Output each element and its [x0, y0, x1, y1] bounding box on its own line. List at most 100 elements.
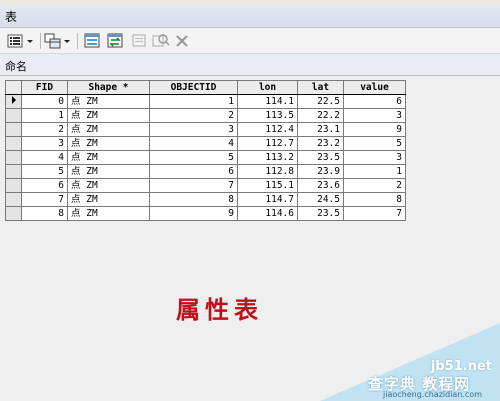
cell-shape[interactable]: 点 ZM [67, 192, 150, 207]
cell-fid[interactable]: 4 [21, 150, 68, 165]
cell-shape[interactable]: 点 ZM [67, 164, 150, 179]
cell-value[interactable]: 7 [343, 206, 406, 221]
current-row-indicator[interactable] [5, 94, 22, 109]
cell-lat[interactable]: 23.6 [297, 178, 344, 193]
table-row[interactable]: 5 点 ZM 6 112.8 23.9 1 [5, 164, 406, 179]
cell-lat[interactable]: 24.5 [297, 192, 344, 207]
cell-lat[interactable]: 22.5 [297, 94, 344, 109]
zoom-selected-icon [152, 34, 170, 47]
cell-lat[interactable]: 23.1 [297, 122, 344, 137]
row-selector[interactable] [5, 192, 22, 207]
switch-selection-button[interactable] [107, 32, 125, 50]
table-row[interactable]: 4 点 ZM 5 113.2 23.5 3 [5, 150, 406, 165]
cell-lat[interactable]: 23.5 [297, 206, 344, 221]
column-header-lon[interactable]: lon [237, 80, 298, 95]
watermark-site: jb51.net [430, 359, 492, 374]
row-selector[interactable] [5, 164, 22, 179]
table-header-row: FID Shape * OBJECTID lon lat value [5, 80, 406, 95]
cell-value[interactable]: 2 [343, 178, 406, 193]
cell-lon[interactable]: 112.4 [237, 122, 298, 137]
cell-value[interactable]: 9 [343, 122, 406, 137]
row-selector[interactable] [5, 108, 22, 123]
table-row[interactable]: 8 点 ZM 9 114.6 23.5 7 [5, 206, 406, 221]
column-header-objectid[interactable]: OBJECTID [149, 80, 238, 95]
cell-objectid[interactable]: 4 [149, 136, 238, 151]
cell-objectid[interactable]: 6 [149, 164, 238, 179]
table-name-strip: 命名 [0, 54, 500, 76]
select-by-attributes-button[interactable] [84, 32, 102, 50]
cell-lat[interactable]: 22.2 [297, 108, 344, 123]
cell-lat[interactable]: 23.5 [297, 150, 344, 165]
cell-lon[interactable]: 114.6 [237, 206, 298, 221]
table-options-icon [7, 34, 33, 48]
row-selector-header[interactable] [5, 80, 22, 95]
cell-objectid[interactable]: 5 [149, 150, 238, 165]
cell-lon[interactable]: 113.2 [237, 150, 298, 165]
cell-lat[interactable]: 23.2 [297, 136, 344, 151]
delete-selected-icon [176, 35, 188, 47]
cell-fid[interactable]: 8 [21, 206, 68, 221]
cell-lon[interactable]: 114.1 [237, 94, 298, 109]
clear-selection-icon [132, 34, 146, 47]
cell-value[interactable]: 6 [343, 94, 406, 109]
cell-shape[interactable]: 点 ZM [67, 206, 150, 221]
cell-objectid[interactable]: 7 [149, 178, 238, 193]
cell-fid[interactable]: 1 [21, 108, 68, 123]
cell-objectid[interactable]: 2 [149, 108, 238, 123]
cell-lat[interactable]: 23.9 [297, 164, 344, 179]
cell-value[interactable]: 5 [343, 136, 406, 151]
table-row[interactable]: 2 点 ZM 3 112.4 23.1 9 [5, 122, 406, 137]
cell-fid[interactable]: 2 [21, 122, 68, 137]
zoom-selected-button[interactable] [152, 32, 170, 50]
cell-value[interactable]: 1 [343, 164, 406, 179]
cell-fid[interactable]: 3 [21, 136, 68, 151]
cell-shape[interactable]: 点 ZM [67, 136, 150, 151]
table-row[interactable]: 0 点 ZM 1 114.1 22.5 6 [5, 94, 406, 109]
cell-lon[interactable]: 112.8 [237, 164, 298, 179]
row-selector[interactable] [5, 178, 22, 193]
cell-objectid[interactable]: 9 [149, 206, 238, 221]
cell-value[interactable]: 3 [343, 150, 406, 165]
cell-objectid[interactable]: 8 [149, 192, 238, 207]
title-bar: 表 [0, 4, 500, 28]
cell-lon[interactable]: 115.1 [237, 178, 298, 193]
cell-value[interactable]: 3 [343, 108, 406, 123]
attribute-table-annotation: 属性表 [176, 295, 263, 324]
related-tables-button[interactable] [44, 32, 74, 50]
table-row[interactable]: 1 点 ZM 2 113.5 22.2 3 [5, 108, 406, 123]
cell-lon[interactable]: 113.5 [237, 108, 298, 123]
row-selector[interactable] [5, 122, 22, 137]
delete-selected-button[interactable] [174, 32, 190, 50]
cell-value[interactable]: 8 [343, 192, 406, 207]
row-selector[interactable] [5, 206, 22, 221]
window-title: 表 [5, 10, 18, 24]
row-selector[interactable] [5, 150, 22, 165]
table-row[interactable]: 6 点 ZM 7 115.1 23.6 2 [5, 178, 406, 193]
table-row[interactable]: 7 点 ZM 8 114.7 24.5 8 [5, 192, 406, 207]
arrow-right-icon [11, 95, 16, 104]
cell-lon[interactable]: 112.7 [237, 136, 298, 151]
cell-lon[interactable]: 114.7 [237, 192, 298, 207]
cell-shape[interactable]: 点 ZM [67, 108, 150, 123]
toolbar [0, 28, 500, 54]
cell-shape[interactable]: 点 ZM [67, 178, 150, 193]
column-header-value[interactable]: value [343, 80, 406, 95]
cell-fid[interactable]: 6 [21, 178, 68, 193]
clear-selection-button[interactable] [131, 32, 149, 50]
cell-fid[interactable]: 5 [21, 164, 68, 179]
cell-objectid[interactable]: 3 [149, 122, 238, 137]
cell-shape[interactable]: 点 ZM [67, 94, 150, 109]
table-options-button[interactable] [7, 32, 37, 50]
cell-shape[interactable]: 点 ZM [67, 150, 150, 165]
cell-shape[interactable]: 点 ZM [67, 122, 150, 137]
toolbar-separator [77, 33, 78, 49]
column-header-shape[interactable]: Shape * [67, 80, 150, 95]
table-row[interactable]: 3 点 ZM 4 112.7 23.2 5 [5, 136, 406, 151]
cell-fid[interactable]: 7 [21, 192, 68, 207]
column-header-lat[interactable]: lat [297, 80, 344, 95]
row-selector[interactable] [5, 136, 22, 151]
table-name-label: 命名 [5, 60, 27, 73]
cell-fid[interactable]: 0 [21, 94, 68, 109]
column-header-fid[interactable]: FID [21, 80, 68, 95]
cell-objectid[interactable]: 1 [149, 94, 238, 109]
